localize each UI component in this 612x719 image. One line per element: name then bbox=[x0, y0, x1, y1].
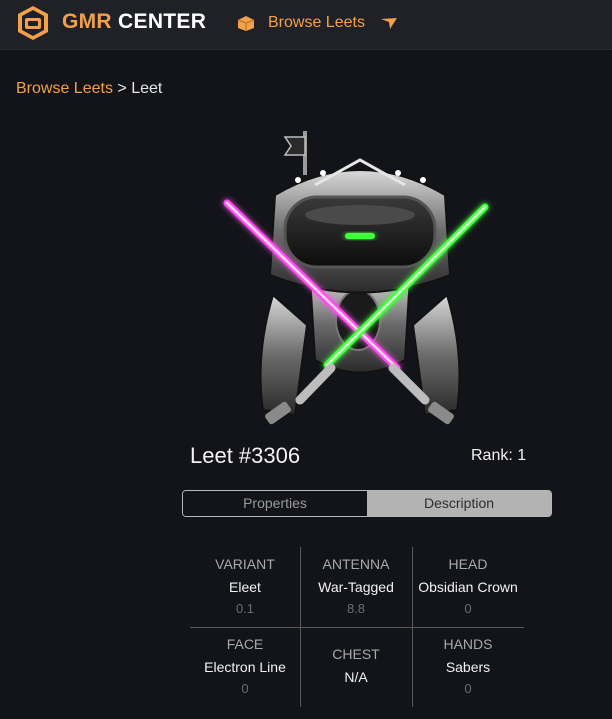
property-value: N/A bbox=[344, 669, 368, 685]
leet-title: Leet #3306 bbox=[190, 443, 301, 468]
top-navigation-bar: GMR CENTER Browse Leets bbox=[0, 0, 612, 50]
property-cell-face: FACE Electron Line 0 bbox=[190, 636, 300, 696]
properties-grid: VARIANT Eleet 0.1 ANTENNA War-Tagged 8.8… bbox=[190, 547, 524, 707]
property-cell-head: HEAD Obsidian Crown 0 bbox=[412, 556, 524, 616]
property-label: CHEST bbox=[332, 646, 380, 662]
brand-name-part1: GMR bbox=[62, 10, 112, 33]
grid-divider bbox=[190, 627, 524, 628]
tab-description[interactable]: Description bbox=[367, 491, 551, 516]
property-label: HANDS bbox=[443, 636, 493, 652]
property-score: 0 bbox=[464, 601, 472, 616]
breadcrumb-browse-leets-link[interactable]: Browse Leets bbox=[16, 80, 113, 97]
breadcrumb: Browse Leets > Leet bbox=[16, 80, 162, 98]
property-score: 0.1 bbox=[235, 601, 255, 616]
detail-tabs: Properties Description bbox=[182, 490, 552, 517]
nav-browse-leets-link[interactable]: Browse Leets bbox=[268, 14, 365, 32]
breadcrumb-current: Leet bbox=[131, 80, 163, 97]
chevron-down-icon[interactable] bbox=[380, 15, 398, 31]
property-value: Obsidian Crown bbox=[418, 579, 518, 595]
property-label: FACE bbox=[226, 636, 264, 652]
property-value: Electron Line bbox=[204, 659, 286, 675]
property-cell-antenna: ANTENNA War-Tagged 8.8 bbox=[300, 556, 412, 616]
rank-label: Rank: 1 bbox=[471, 447, 527, 464]
box-icon bbox=[237, 16, 255, 31]
property-score: 8.8 bbox=[346, 601, 366, 616]
brand-name-part2: CENTER bbox=[118, 10, 207, 33]
property-cell-hands: HANDS Sabers 0 bbox=[412, 636, 524, 696]
property-value: Sabers bbox=[445, 659, 491, 675]
breadcrumb-separator: > bbox=[117, 80, 127, 97]
gmr-logo-icon[interactable] bbox=[16, 5, 50, 41]
property-label: ANTENNA bbox=[322, 556, 390, 572]
property-score: 0 bbox=[464, 681, 472, 696]
leet-character-image bbox=[223, 131, 489, 425]
property-value: Eleet bbox=[229, 579, 261, 595]
property-cell-variant: VARIANT Eleet 0.1 bbox=[190, 556, 300, 616]
tab-properties[interactable]: Properties bbox=[183, 491, 367, 516]
property-score: 0 bbox=[241, 681, 249, 696]
property-cell-chest: CHEST N/A bbox=[300, 646, 412, 685]
brand-name[interactable]: GMR CENTER bbox=[62, 10, 206, 34]
property-value: War-Tagged bbox=[318, 579, 394, 595]
property-label: HEAD bbox=[448, 556, 488, 572]
property-label: VARIANT bbox=[215, 556, 275, 572]
